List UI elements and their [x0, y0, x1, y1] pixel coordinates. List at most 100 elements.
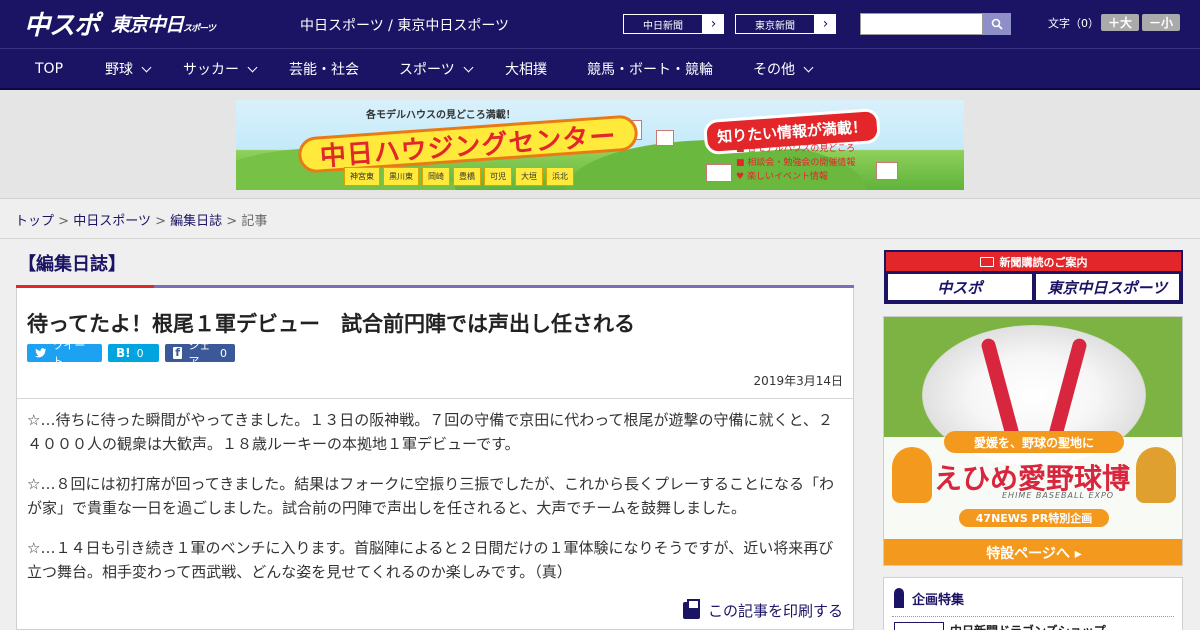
breadcrumb-separator: > — [226, 214, 238, 229]
nav-item-soccer[interactable]: サッカー — [183, 49, 258, 89]
banner-city: 可児 — [484, 167, 512, 186]
search-input[interactable] — [860, 13, 983, 35]
font-size-label: 文字（0） — [1048, 17, 1099, 30]
house-icon: ■ — [736, 144, 745, 154]
main-nav: TOP 野球 サッカー 芸能・社会 スポーツ 大相撲 競馬・ボート・競輪 その他 — [0, 48, 1200, 90]
chevron-down-icon — [463, 62, 474, 72]
subscription-box: 新聞購読のご案内 中スポ 東京中日スポーツ — [884, 250, 1183, 304]
facebook-share-button[interactable]: f シェア 0 — [165, 339, 235, 368]
divider — [17, 398, 853, 399]
print-label: この記事を印刷する — [707, 602, 843, 620]
nav-item-label: サッカー — [183, 62, 239, 78]
chevron-down-icon — [247, 62, 258, 72]
nav-item-baseball[interactable]: 野球 — [105, 49, 152, 89]
special-features-label: 企画特集 — [912, 592, 965, 608]
chunichi-shimbun-link[interactable]: 中日新聞 › — [622, 13, 725, 35]
ehime-baseball-expo-ad[interactable]: 愛媛を、野球の聖地に えひめ愛野球博 EHIME BASEBALL EXPO 4… — [883, 316, 1183, 566]
hatena-icon: B! — [116, 346, 131, 360]
banner-bullet: ■ 各モデルハウスの見どころ — [736, 144, 856, 154]
hatena-count: 0 — [136, 346, 144, 360]
banner-bullet: ♥ 楽しいイベント情報 — [736, 172, 828, 182]
banner-city: 大垣 — [515, 167, 543, 186]
tweet-label: ツイート — [52, 339, 86, 368]
banner-bullet: ■ 相談会・勉強会の開催情報 — [736, 158, 856, 168]
breadcrumb-chunichi-sports[interactable]: 中日スポーツ — [73, 214, 151, 229]
banner-city: 浜北 — [546, 167, 574, 186]
subscription-label: 新聞購読のご案内 — [999, 255, 1088, 269]
newspaper-icon — [979, 256, 994, 267]
nav-item-label: その他 — [753, 62, 795, 78]
chevron-right-icon: › — [822, 16, 829, 32]
print-article-link[interactable]: この記事を印刷する — [682, 599, 843, 621]
ribbon-icon — [894, 588, 904, 608]
breadcrumb-current: 記事 — [241, 214, 268, 229]
chevron-down-icon — [803, 62, 814, 72]
banner-city: 豊橋 — [453, 167, 481, 186]
banner-city: 黒川東 — [383, 167, 419, 186]
site-header: 中スポ 東京中日スポーツ 中日スポーツ / 東京中日スポーツ 中日新聞 › 東京… — [0, 0, 1200, 48]
ad-tagline: 愛媛を、野球の聖地に — [944, 431, 1124, 453]
nav-item-racing[interactable]: 競馬・ボート・競輪 — [587, 49, 713, 89]
share-label: シェア — [188, 339, 211, 368]
ad-special-page-link[interactable]: 特設ページへ ▸ — [884, 539, 1182, 565]
banner-city: 神宮東 — [344, 167, 380, 186]
nav-item-top[interactable]: TOP — [35, 49, 63, 89]
ad-pr-label: 47NEWS PR特別企画 — [959, 509, 1109, 527]
font-bigger-button[interactable]: ＋大 — [1101, 14, 1139, 31]
special-features-title: 企画特集 — [894, 588, 964, 608]
site-logo[interactable]: 中スポ 東京中日スポーツ — [24, 8, 216, 41]
nav-item-label: スポーツ — [399, 62, 455, 78]
breadcrumb-separator: > — [58, 214, 70, 229]
chevron-right-icon: › — [710, 16, 717, 32]
nav-item-label: TOP — [35, 61, 64, 77]
book-icon: ■ — [736, 158, 745, 168]
article-paragraph: ☆…１４日も引き続き１軍のベンチに入ります。首脳陣によると２日間だけの１軍体験に… — [27, 539, 834, 581]
hatena-bookmark-button[interactable]: B! 0 — [108, 344, 159, 362]
banner-area: 各モデルハウスの見どころ満載！ 中日ハウジングセンター 神宮東 黒川東 岡崎 豊… — [0, 90, 1200, 199]
banner-house — [706, 164, 732, 182]
divider — [0, 238, 1200, 239]
tokyo-shimbun-link[interactable]: 東京新聞 › — [734, 13, 837, 35]
special-features: 企画特集 中日新聞ドラゴンズショップ — [883, 577, 1183, 630]
breadcrumb-editorial-diary[interactable]: 編集日誌 — [170, 214, 222, 229]
subscription-header: 新聞購読のご案内 — [886, 252, 1181, 271]
logo-tokyo-chunichi: 東京中日スポーツ — [111, 13, 216, 36]
housing-center-banner[interactable]: 各モデルハウスの見どころ満載！ 中日ハウジングセンター 神宮東 黒川東 岡崎 豊… — [236, 100, 964, 190]
article-body: ☆…待ちに待った瞬間がやってきました。１３日の阪神戦。７回の守備で京田に代わって… — [27, 408, 845, 600]
nav-item-sumo[interactable]: 大相撲 — [505, 49, 547, 89]
heart-icon: ♥ — [736, 172, 745, 182]
article: 待ってたよ！根尾１軍デビュー 試合前円陣では声出し任される ツイート B! 0 … — [16, 288, 854, 630]
special-item-link[interactable]: 中日新聞ドラゴンズショップ — [950, 622, 1106, 630]
article-paragraph: ☆…待ちに待った瞬間がやってきました。１３日の阪神戦。７回の守備で京田に代わって… — [27, 411, 833, 453]
nav-item-other[interactable]: その他 — [753, 49, 814, 89]
banner-bullets: ■ 各モデルハウスの見どころ ■ 相談会・勉強会の開催情報 ♥ 楽しいイベント情… — [736, 142, 855, 184]
banner-top-text: 各モデルハウスの見どころ満載！ — [366, 110, 516, 121]
article-date: 2019年3月14日 — [753, 374, 843, 388]
nav-item-label: 大相撲 — [505, 62, 547, 78]
subscribe-chuspo-button[interactable]: 中スポ — [888, 274, 1032, 300]
divider — [892, 616, 1174, 617]
ad-mascot-left — [892, 447, 932, 503]
special-item-thumbnail[interactable] — [894, 622, 944, 630]
font-smaller-button[interactable]: －小 — [1142, 14, 1180, 31]
chevron-down-icon — [141, 62, 152, 72]
logo-chunichi-sports: 中スポ — [24, 10, 100, 41]
breadcrumb-top[interactable]: トップ — [15, 214, 54, 229]
chunichi-shimbun-label: 中日新聞 — [623, 14, 703, 34]
search-button[interactable] — [983, 13, 1011, 35]
banner-city: 岡崎 — [422, 167, 450, 186]
tweet-button[interactable]: ツイート — [27, 339, 102, 368]
social-buttons: ツイート B! 0 f シェア 0 — [27, 339, 235, 368]
nav-item-label: 競馬・ボート・競輪 — [587, 62, 713, 78]
ad-mascot-right — [1136, 447, 1176, 503]
banner-house — [656, 130, 674, 146]
nav-item-label: 野球 — [105, 62, 133, 78]
nav-item-entertainment[interactable]: 芸能・社会 — [289, 49, 359, 89]
print-icon — [682, 599, 700, 619]
subscribe-tokyo-chunichi-button[interactable]: 東京中日スポーツ — [1035, 274, 1179, 300]
site-name-link[interactable]: 中日スポーツ / 東京中日スポーツ — [300, 15, 509, 35]
nav-item-sports[interactable]: スポーツ — [399, 49, 474, 89]
nav-item-label: 芸能・社会 — [289, 62, 359, 78]
search-icon — [991, 18, 1003, 30]
share-count: 0 — [220, 346, 227, 360]
